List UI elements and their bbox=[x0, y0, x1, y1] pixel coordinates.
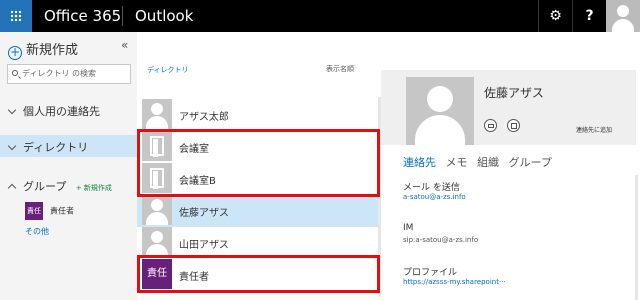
search-icon bbox=[12, 70, 18, 76]
nav-personal-contacts[interactable]: 個人用の連絡先 bbox=[7, 103, 100, 119]
email-link[interactable]: a-satou@a-zs.info bbox=[403, 193, 466, 201]
new-contact-button[interactable]: + 新規作成 bbox=[8, 39, 78, 60]
other-link[interactable]: その他 bbox=[25, 226, 49, 237]
app-title[interactable]: Outlook bbox=[135, 7, 193, 25]
tab-groups[interactable]: グループ bbox=[509, 156, 552, 169]
mail-icon-button[interactable] bbox=[484, 119, 497, 132]
search-placeholder: ディレクトリ の検索 bbox=[22, 69, 96, 78]
group-item-label: 責任者 bbox=[50, 206, 74, 216]
tab-organization[interactable]: 組織 bbox=[477, 156, 499, 169]
group-item[interactable]: 責任 責任者 bbox=[25, 202, 74, 220]
waffle-icon bbox=[10, 10, 22, 22]
avatar-body bbox=[612, 19, 634, 33]
detail-tabs: 連絡先 メモ 組織 グループ bbox=[403, 154, 558, 170]
add-to-contacts-link[interactable]: 連絡先に追加 bbox=[576, 125, 612, 134]
tab-contact[interactable]: 連絡先 bbox=[403, 156, 436, 169]
nav-groups-label: グループ bbox=[23, 180, 67, 193]
highlight-box-rooms bbox=[137, 129, 380, 197]
divider bbox=[122, 6, 123, 26]
nav-groups[interactable]: グループ + 新規作成 bbox=[7, 178, 112, 194]
sort-dropdown[interactable]: 表示名順 bbox=[326, 64, 354, 74]
calendar-icon-button[interactable] bbox=[507, 119, 520, 132]
list-item[interactable]: アザス太郎 bbox=[137, 99, 379, 131]
im-value: sip:a-satou@a-zs.info bbox=[403, 236, 479, 244]
gear-icon: ⚙ bbox=[549, 8, 562, 24]
list-item-selected[interactable]: 佐藤アザス bbox=[137, 195, 379, 227]
new-label: 新規作成 bbox=[26, 43, 79, 58]
send-mail-label: メール を送信 bbox=[403, 183, 460, 193]
nav-personal-label: 個人用の連絡先 bbox=[23, 105, 100, 118]
calendar-icon bbox=[511, 123, 517, 129]
top-bar: Office 365 Outlook ⚙ ? bbox=[0, 0, 640, 33]
detail-scrollbar[interactable] bbox=[635, 175, 638, 300]
profile-label: プロファイル bbox=[403, 268, 458, 278]
group-badge: 責任 bbox=[25, 202, 43, 220]
tab-notes[interactable]: メモ bbox=[446, 156, 468, 169]
list-item-name: 山田アザス bbox=[179, 240, 229, 251]
directory-search-input[interactable]: ディレクトリ の検索 bbox=[7, 64, 131, 84]
chevron-down-icon bbox=[7, 105, 17, 115]
list-item-name: 佐藤アザス bbox=[179, 208, 229, 219]
collapse-nav-button[interactable]: « bbox=[121, 38, 128, 52]
new-group-link[interactable]: + 新規作成 bbox=[76, 184, 112, 192]
highlight-box-group bbox=[137, 255, 380, 293]
app-launcher-button[interactable] bbox=[0, 0, 32, 32]
chevron-down-icon bbox=[7, 141, 17, 151]
brand-title[interactable]: Office 365 bbox=[44, 7, 121, 25]
im-label: IM bbox=[403, 223, 414, 233]
account-avatar-button[interactable] bbox=[606, 0, 640, 33]
nav-directory-label: ディレクトリ bbox=[23, 141, 89, 154]
envelope-icon bbox=[488, 124, 494, 128]
plus-icon: + bbox=[8, 45, 22, 60]
list-header: ディレクトリ bbox=[147, 66, 189, 74]
person-icon bbox=[142, 227, 172, 257]
avatar-head bbox=[617, 5, 629, 17]
person-icon bbox=[142, 99, 172, 129]
settings-button[interactable]: ⚙ bbox=[538, 0, 572, 32]
help-button[interactable]: ? bbox=[572, 0, 606, 32]
contact-name: 佐藤アザス bbox=[484, 86, 544, 100]
left-nav: + 新規作成 « ディレクトリ の検索 個人用の連絡先 ディレクトリ グループ +… bbox=[0, 32, 137, 300]
chevron-up-icon bbox=[7, 183, 17, 193]
profile-link[interactable]: https://azsss-my.sharepoint··· bbox=[403, 278, 506, 286]
list-item-name: アザス太郎 bbox=[179, 112, 229, 123]
help-icon: ? bbox=[585, 8, 594, 24]
contact-photo bbox=[406, 77, 474, 145]
person-icon bbox=[142, 195, 172, 225]
nav-directory[interactable]: ディレクトリ bbox=[7, 139, 89, 155]
